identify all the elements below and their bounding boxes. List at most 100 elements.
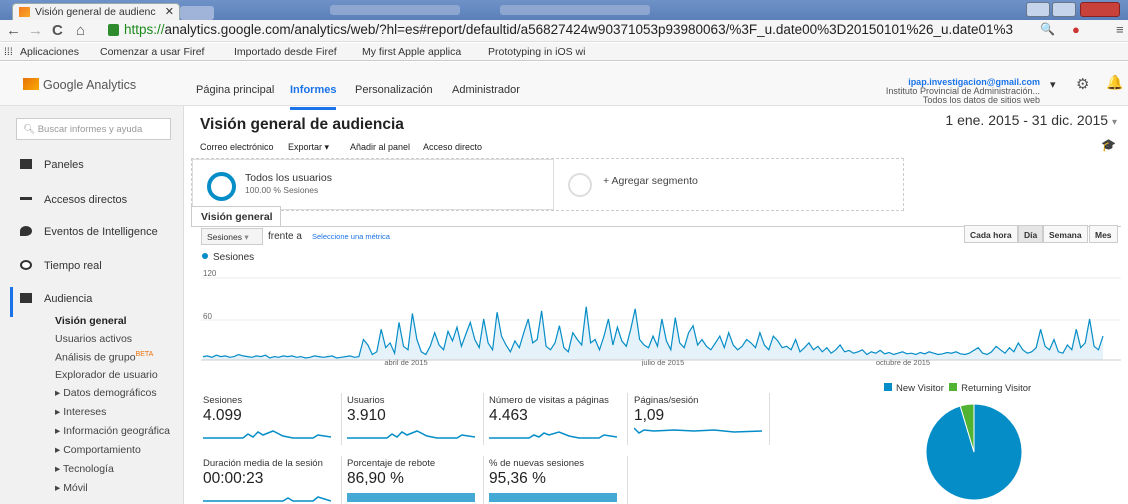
sidebar-sub-active-users[interactable]: Usuarios activos (55, 333, 132, 345)
stat-value-avg-duration: 00:00:23 (203, 470, 264, 487)
sidebar-item-dashboards[interactable]: Paneles (20, 159, 84, 171)
account-selector[interactable]: ipap.investigacion@gmail.com Instituto P… (886, 78, 1040, 105)
sidebar-sub-technology[interactable]: ▸ Tecnología (55, 463, 114, 475)
sidebar: 🔍︎ Buscar informes y ayuda Paneles Acces… (0, 106, 184, 504)
stat-value-bounce-rate: 86,90 % (347, 470, 404, 487)
stat-label-avg-duration: Duración media de la sesión (203, 458, 323, 469)
account-dropdown-icon[interactable]: ▾ (1050, 78, 1056, 91)
new-tab-button[interactable] (180, 6, 214, 20)
legend-dot (202, 253, 208, 259)
granularity-month[interactable]: Mes (1089, 225, 1118, 243)
sidebar-sub-user-explorer[interactable]: Explorador de usuario (55, 369, 158, 381)
adblock-icon[interactable]: ● (1072, 22, 1080, 37)
stat-value-pages-per-session: 1,09 (634, 407, 665, 424)
grid-icon (20, 159, 32, 169)
restore-button[interactable] (1052, 2, 1076, 17)
select-metric-link[interactable]: Seleccione una métrica (312, 232, 390, 241)
beta-badge: BETA (135, 351, 154, 358)
sidebar-item-intelligence[interactable]: Eventos de Intelligence (20, 226, 158, 238)
url-text: analytics.google.com/analytics/web/?hl=e… (164, 22, 1014, 37)
sparkline-pageviews (489, 431, 617, 439)
bookmark-apps[interactable]: Aplicaciones (20, 46, 79, 58)
legend-new-visitor: New Visitor (896, 383, 944, 394)
shortcut-button[interactable]: Acceso directo (423, 142, 482, 152)
zoom-icon[interactable]: 🔍 (1040, 22, 1055, 36)
stat-divider (627, 456, 628, 504)
sidebar-sub-overview[interactable]: Visión general (55, 315, 127, 327)
x-tick-label: julio de 2015 (641, 358, 685, 366)
chart-legend-label: Sesiones (213, 252, 254, 263)
stat-label-pages-per-session: Páginas/sesión (634, 395, 699, 406)
segment-all-users[interactable]: Todos los usuarios 100.00 % Sesiones (192, 159, 554, 210)
email-button[interactable]: Correo electrónico (200, 142, 274, 152)
granularity-week[interactable]: Semana (1043, 225, 1088, 243)
series-area (203, 306, 1103, 360)
nav-home[interactable]: Página principal (196, 84, 274, 96)
sidebar-sub-demographics[interactable]: ▸ Datos demográficos (55, 387, 157, 399)
blurred-tab[interactable] (330, 5, 460, 15)
graduation-cap-icon[interactable]: 🎓 (1101, 138, 1116, 152)
tab-overview[interactable]: Visión general (191, 206, 281, 227)
browser-titlebar: Visión general de audienc ✕ (0, 0, 1128, 20)
nav-customization[interactable]: Personalización (355, 84, 433, 96)
granularity-day[interactable]: Día (1018, 225, 1044, 243)
gear-icon[interactable]: ⚙ (1076, 75, 1089, 93)
stat-value-pageviews: 4.463 (489, 407, 528, 424)
stat-label-pageviews: Número de visitas a páginas (489, 395, 609, 406)
granularity-hour[interactable]: Cada hora (964, 225, 1018, 243)
segment-area: Todos los usuarios 100.00 % Sesiones + A… (191, 158, 904, 211)
bookmark-apple-app[interactable]: My first Apple applica (362, 46, 461, 58)
lock-icon (108, 24, 119, 36)
sidebar-sub-interests[interactable]: ▸ Intereses (55, 406, 106, 418)
stat-divider (483, 393, 484, 445)
bookmark-imported[interactable]: Importado desde Firef (234, 46, 337, 58)
versus-label: frente a (268, 231, 302, 242)
export-button[interactable]: Exportar ▾ (288, 142, 329, 153)
sidebar-sub-cohort[interactable]: Análisis de grupoBETA (55, 351, 153, 364)
sidebar-item-realtime[interactable]: Tiempo real (20, 260, 102, 272)
stat-label-users: Usuarios (347, 395, 385, 406)
sidebar-sub-geo[interactable]: ▸ Información geográfica (55, 425, 170, 437)
home-icon[interactable]: ⌂ (76, 22, 85, 39)
search-input[interactable]: 🔍︎ Buscar informes y ayuda (16, 118, 171, 140)
forward-icon[interactable]: → (28, 22, 43, 39)
tab-title: Visión general de audienc (35, 6, 156, 18)
url-field[interactable]: https://analytics.google.com/analytics/w… (108, 22, 1028, 40)
nav-admin[interactable]: Administrador (452, 84, 520, 96)
add-to-dashboard-button[interactable]: Añadir al panel (350, 142, 410, 152)
apps-icon[interactable]: ⁞⁞⁞ (4, 46, 13, 58)
stat-label-bounce-rate: Porcentaje de rebote (347, 458, 436, 469)
sidebar-sub-mobile[interactable]: ▸ Móvil (55, 482, 88, 494)
metric-select[interactable]: Sesiones ▾ (201, 228, 263, 245)
stat-divider (483, 456, 484, 504)
reload-icon[interactable]: C (52, 22, 63, 39)
url-scheme: https:// (124, 22, 165, 37)
sparkline-sessions (203, 430, 331, 439)
browser-tab[interactable]: Visión general de audienc ✕ (12, 3, 180, 20)
close-tab-icon[interactable]: ✕ (165, 5, 174, 18)
minimize-button[interactable] (1026, 2, 1050, 17)
x-tick-label: octubre de 2015 (876, 358, 930, 366)
menu-icon[interactable]: ≡ (1116, 22, 1124, 37)
back-icon[interactable]: ← (6, 22, 21, 39)
bookmark-prototyping[interactable]: Prototyping in iOS wi (488, 46, 585, 58)
blurred-tab[interactable] (500, 5, 650, 15)
address-bar-row: ← → C ⌂ https://analytics.google.com/ana… (0, 20, 1128, 42)
sidebar-sub-behavior[interactable]: ▸ Comportamiento (55, 444, 141, 456)
notification-bell-icon[interactable]: 🔔 (1106, 74, 1123, 91)
sparkline-avg-duration (203, 496, 331, 502)
pie-legend: New Visitor Returning Visitor (884, 383, 1031, 394)
legend-returning-visitor: Returning Visitor (961, 383, 1032, 394)
bookmark-firefox-start[interactable]: Comenzar a usar Firef (100, 46, 204, 58)
segment-name: Todos los usuarios (245, 172, 332, 184)
sidebar-item-shortcuts[interactable]: Accesos directos (20, 194, 127, 206)
sidebar-item-audience[interactable]: Audiencia (20, 293, 92, 305)
add-segment-button[interactable]: + Agregar segmento (556, 159, 905, 210)
analytics-logo-icon (23, 78, 39, 90)
close-window-button[interactable] (1080, 2, 1120, 17)
x-tick-label: abril de 2015 (384, 358, 427, 366)
ga-logo[interactable]: Google Analytics (23, 78, 136, 92)
stat-value-users: 3.910 (347, 407, 386, 424)
date-range-picker[interactable]: 1 ene. 2015 - 31 dic. 2015 ▾ (945, 112, 1117, 128)
add-segment-ring-icon (568, 173, 592, 197)
